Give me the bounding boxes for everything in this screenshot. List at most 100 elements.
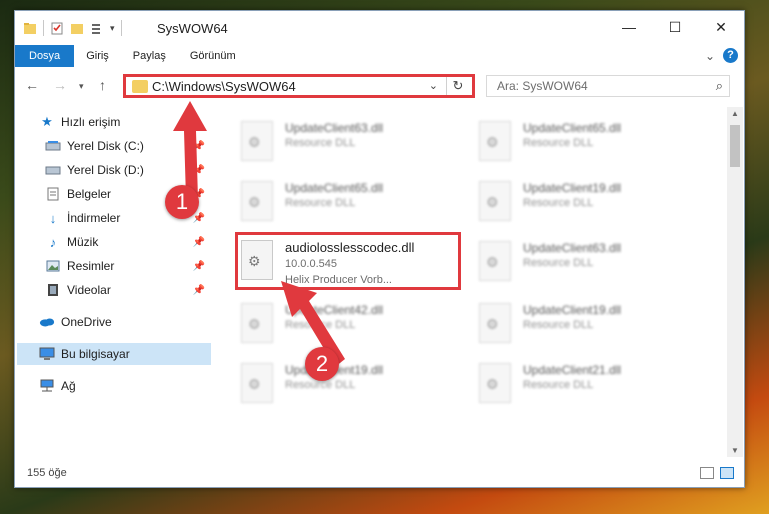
close-button[interactable]: ✕ — [698, 11, 744, 43]
file-name: UpdateClient21.dll — [523, 363, 622, 377]
nav-label: Müzik — [67, 235, 99, 249]
dll-file-icon: ⚙ — [479, 121, 511, 161]
tab-view[interactable]: Görünüm — [178, 45, 248, 67]
nav-label: İndirmeler — [67, 211, 121, 225]
pictures-icon — [45, 258, 61, 274]
address-path: C:\Windows\SysWOW64 — [152, 79, 296, 94]
dll-file-icon: ⚙ — [241, 121, 273, 161]
tab-file[interactable]: Dosya — [15, 45, 75, 67]
explorer-window: ▾ SysWOW64 — ☐ ✕ Dosya Giriş Paylaş Görü… — [14, 10, 745, 488]
tiles-view-icon[interactable] — [720, 467, 734, 479]
file-type: Resource DLL — [285, 197, 356, 209]
toolbar-divider — [120, 20, 122, 36]
properties-icon[interactable] — [50, 21, 64, 35]
file-type: Resource DLL — [523, 319, 594, 331]
address-row: ← → ▾ ↑ C:\Windows\SysWOW64 ⌄ ↻ Ara: Sys… — [15, 71, 744, 101]
computer-icon — [39, 346, 55, 362]
pin-icon: 📌 — [192, 260, 205, 272]
music-icon: ♪ — [49, 234, 57, 250]
file-name: UpdateClient65.dll — [523, 121, 622, 135]
drive-icon — [45, 138, 61, 154]
vertical-scrollbar[interactable]: ▲ ▼ — [727, 107, 743, 457]
minimize-button[interactable]: — — [606, 11, 652, 43]
file-type: Resource DLL — [523, 137, 594, 149]
qat-dropdown-icon[interactable]: ▾ — [110, 23, 115, 34]
customize-icon[interactable] — [90, 21, 104, 35]
list-item[interactable]: ⚙ UpdateClient65.dll Resource DLL — [473, 115, 697, 169]
ribbon-right: ⌄ ? — [705, 48, 738, 63]
nav-label: OneDrive — [61, 315, 112, 329]
dll-file-icon: ⚙ — [241, 181, 273, 221]
recent-dropdown-icon[interactable]: ▾ — [79, 81, 84, 92]
videos-icon — [45, 282, 61, 298]
nav-label: Yerel Disk (D:) — [67, 163, 144, 177]
file-name: UpdateClient19.dll — [523, 181, 622, 195]
nav-item-music[interactable]: ♪ Müzik 📌 — [45, 231, 209, 253]
new-folder-icon[interactable] — [70, 21, 84, 35]
nav-label: Resimler — [67, 259, 115, 273]
search-input[interactable]: Ara: SysWOW64 ⌕ — [486, 75, 730, 97]
window-title: SysWOW64 — [157, 21, 228, 36]
pin-icon: 📌 — [192, 236, 205, 248]
tab-home[interactable]: Giriş — [74, 45, 121, 67]
details-view-icon[interactable] — [700, 467, 714, 479]
tab-share[interactable]: Paylaş — [121, 45, 178, 67]
dll-file-icon: ⚙ — [479, 241, 511, 281]
address-dropdown-icon[interactable]: ⌄ — [429, 79, 438, 92]
scroll-up-icon[interactable]: ▲ — [727, 109, 743, 118]
ribbon-tabs: Dosya Giriş Paylaş Görünüm ⌄ ? — [15, 45, 744, 67]
file-name: UpdateClient65.dll — [285, 181, 384, 195]
list-item[interactable]: ⚙ UpdateClient21.dll Resource DLL — [473, 357, 697, 411]
list-item[interactable]: ⚙ UpdateClient63.dll Resource DLL — [235, 115, 459, 169]
item-count: 155 öğe — [27, 467, 67, 479]
title-bar: ▾ SysWOW64 — ☐ ✕ — [15, 11, 744, 45]
nav-onedrive[interactable]: OneDrive — [39, 311, 209, 333]
nav-label: Bu bilgisayar — [61, 347, 130, 361]
nav-item-pictures[interactable]: Resimler 📌 — [45, 255, 209, 277]
file-name: UpdateClient19.dll — [523, 303, 622, 317]
folder-icon — [24, 23, 36, 34]
search-placeholder: Ara: SysWOW64 — [497, 79, 588, 93]
file-type: Resource DLL — [523, 379, 594, 391]
drive-icon — [45, 162, 61, 178]
dll-file-icon: ⚙ — [479, 363, 511, 403]
nav-network[interactable]: Ağ — [39, 375, 209, 397]
back-arrow-icon[interactable]: ← — [25, 77, 39, 93]
network-icon — [39, 378, 55, 394]
list-item[interactable]: ⚙ UpdateClient63.dll Resource DLL — [473, 235, 697, 289]
dll-file-icon: ⚙ — [241, 303, 273, 343]
nav-label: Ağ — [61, 379, 76, 393]
dll-file-icon: ⚙ — [479, 181, 511, 221]
cloud-icon — [39, 314, 55, 330]
search-icon: ⌕ — [715, 78, 723, 93]
folder-icon — [132, 80, 148, 93]
scroll-down-icon[interactable]: ▼ — [727, 446, 743, 455]
dll-file-icon: ⚙ — [241, 363, 273, 403]
nav-this-pc[interactable]: Bu bilgisayar — [17, 343, 211, 365]
step-1-badge: 1 — [165, 185, 199, 219]
file-type: Resource DLL — [523, 197, 594, 209]
file-type: Resource DLL — [285, 137, 356, 149]
toolbar-divider — [43, 20, 44, 36]
maximize-button[interactable]: ☐ — [652, 11, 698, 43]
pin-icon: 📌 — [192, 284, 205, 296]
forward-arrow-icon[interactable]: → — [53, 77, 67, 93]
refresh-icon[interactable]: ↻ — [446, 77, 469, 95]
scroll-thumb[interactable] — [730, 125, 740, 167]
expand-ribbon-icon[interactable]: ⌄ — [705, 49, 715, 63]
file-type: Resource DLL — [523, 257, 594, 269]
view-switcher — [700, 467, 734, 479]
star-icon: ★ — [41, 114, 53, 129]
download-icon: ↓ — [49, 210, 57, 226]
help-icon[interactable]: ? — [723, 48, 738, 63]
nav-item-videos[interactable]: Videolar 📌 — [45, 279, 209, 301]
dll-file-icon: ⚙ — [479, 303, 511, 343]
documents-icon — [45, 186, 61, 202]
window-controls: — ☐ ✕ — [606, 11, 744, 43]
up-arrow-icon[interactable]: ↑ — [99, 77, 106, 93]
file-name: UpdateClient63.dll — [285, 121, 384, 135]
list-item[interactable]: ⚙ UpdateClient19.dll Resource DLL — [473, 297, 697, 351]
pin-icon: 📌 — [192, 212, 205, 224]
list-item[interactable]: ⚙ UpdateClient19.dll Resource DLL — [473, 175, 697, 229]
list-item[interactable]: ⚙ UpdateClient65.dll Resource DLL — [235, 175, 459, 229]
